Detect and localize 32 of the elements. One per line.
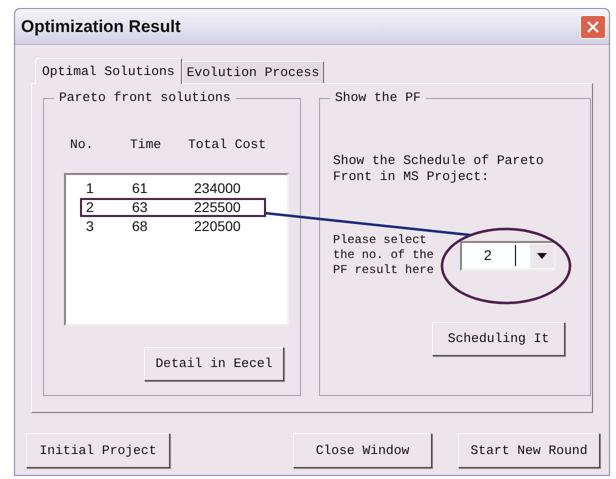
close-icon	[586, 20, 600, 34]
column-header: Time	[130, 136, 162, 154]
scheduling-button[interactable]: Scheduling It	[432, 322, 565, 356]
window-title: Optimization Result	[21, 16, 181, 38]
list-cell-text: 2	[85, 200, 95, 215]
detail-button[interactable]: Detail in Eecel	[144, 347, 284, 381]
column-header: Total Cost	[188, 136, 268, 154]
select-value: 2	[462, 245, 516, 266]
list-cell-text: 1	[85, 181, 95, 196]
list-cell-text: 225500	[193, 200, 242, 215]
prompt-text: Please select the no. of the PF result here	[333, 233, 434, 278]
dropdown-button[interactable]	[530, 244, 554, 268]
list-row[interactable]: 2 63 225500	[80, 198, 266, 217]
list-cell-text: 63	[131, 200, 149, 215]
description-text: Show the Schedule of Pareto Front in MS Project:	[333, 153, 545, 185]
list-cell-text: 3	[85, 219, 95, 234]
tab[interactable]: Optimal Solutions	[35, 58, 182, 84]
list-cell-text: 220500	[193, 219, 242, 234]
action-button[interactable]: Initial Project	[26, 433, 170, 468]
list-cell-text: 68	[131, 219, 149, 234]
caret-icon	[536, 252, 547, 258]
list-cell-text: 61	[131, 181, 149, 196]
tab[interactable]: Evolution Process	[182, 61, 324, 83]
action-button[interactable]: Start New Round	[458, 433, 600, 468]
action-button[interactable]: Close Window	[293, 433, 432, 468]
column-header: No.	[70, 136, 94, 154]
list-row[interactable]: 1 61 234000	[80, 179, 266, 198]
list-cell-text: 234000	[193, 181, 242, 196]
close-button[interactable]	[580, 14, 606, 38]
results-list[interactable]: 1 61 234000 2 63 225500 3 68 220500	[64, 173, 289, 326]
list-row[interactable]: 3 68 220500	[80, 217, 266, 236]
result-select[interactable]: 2	[460, 240, 556, 270]
